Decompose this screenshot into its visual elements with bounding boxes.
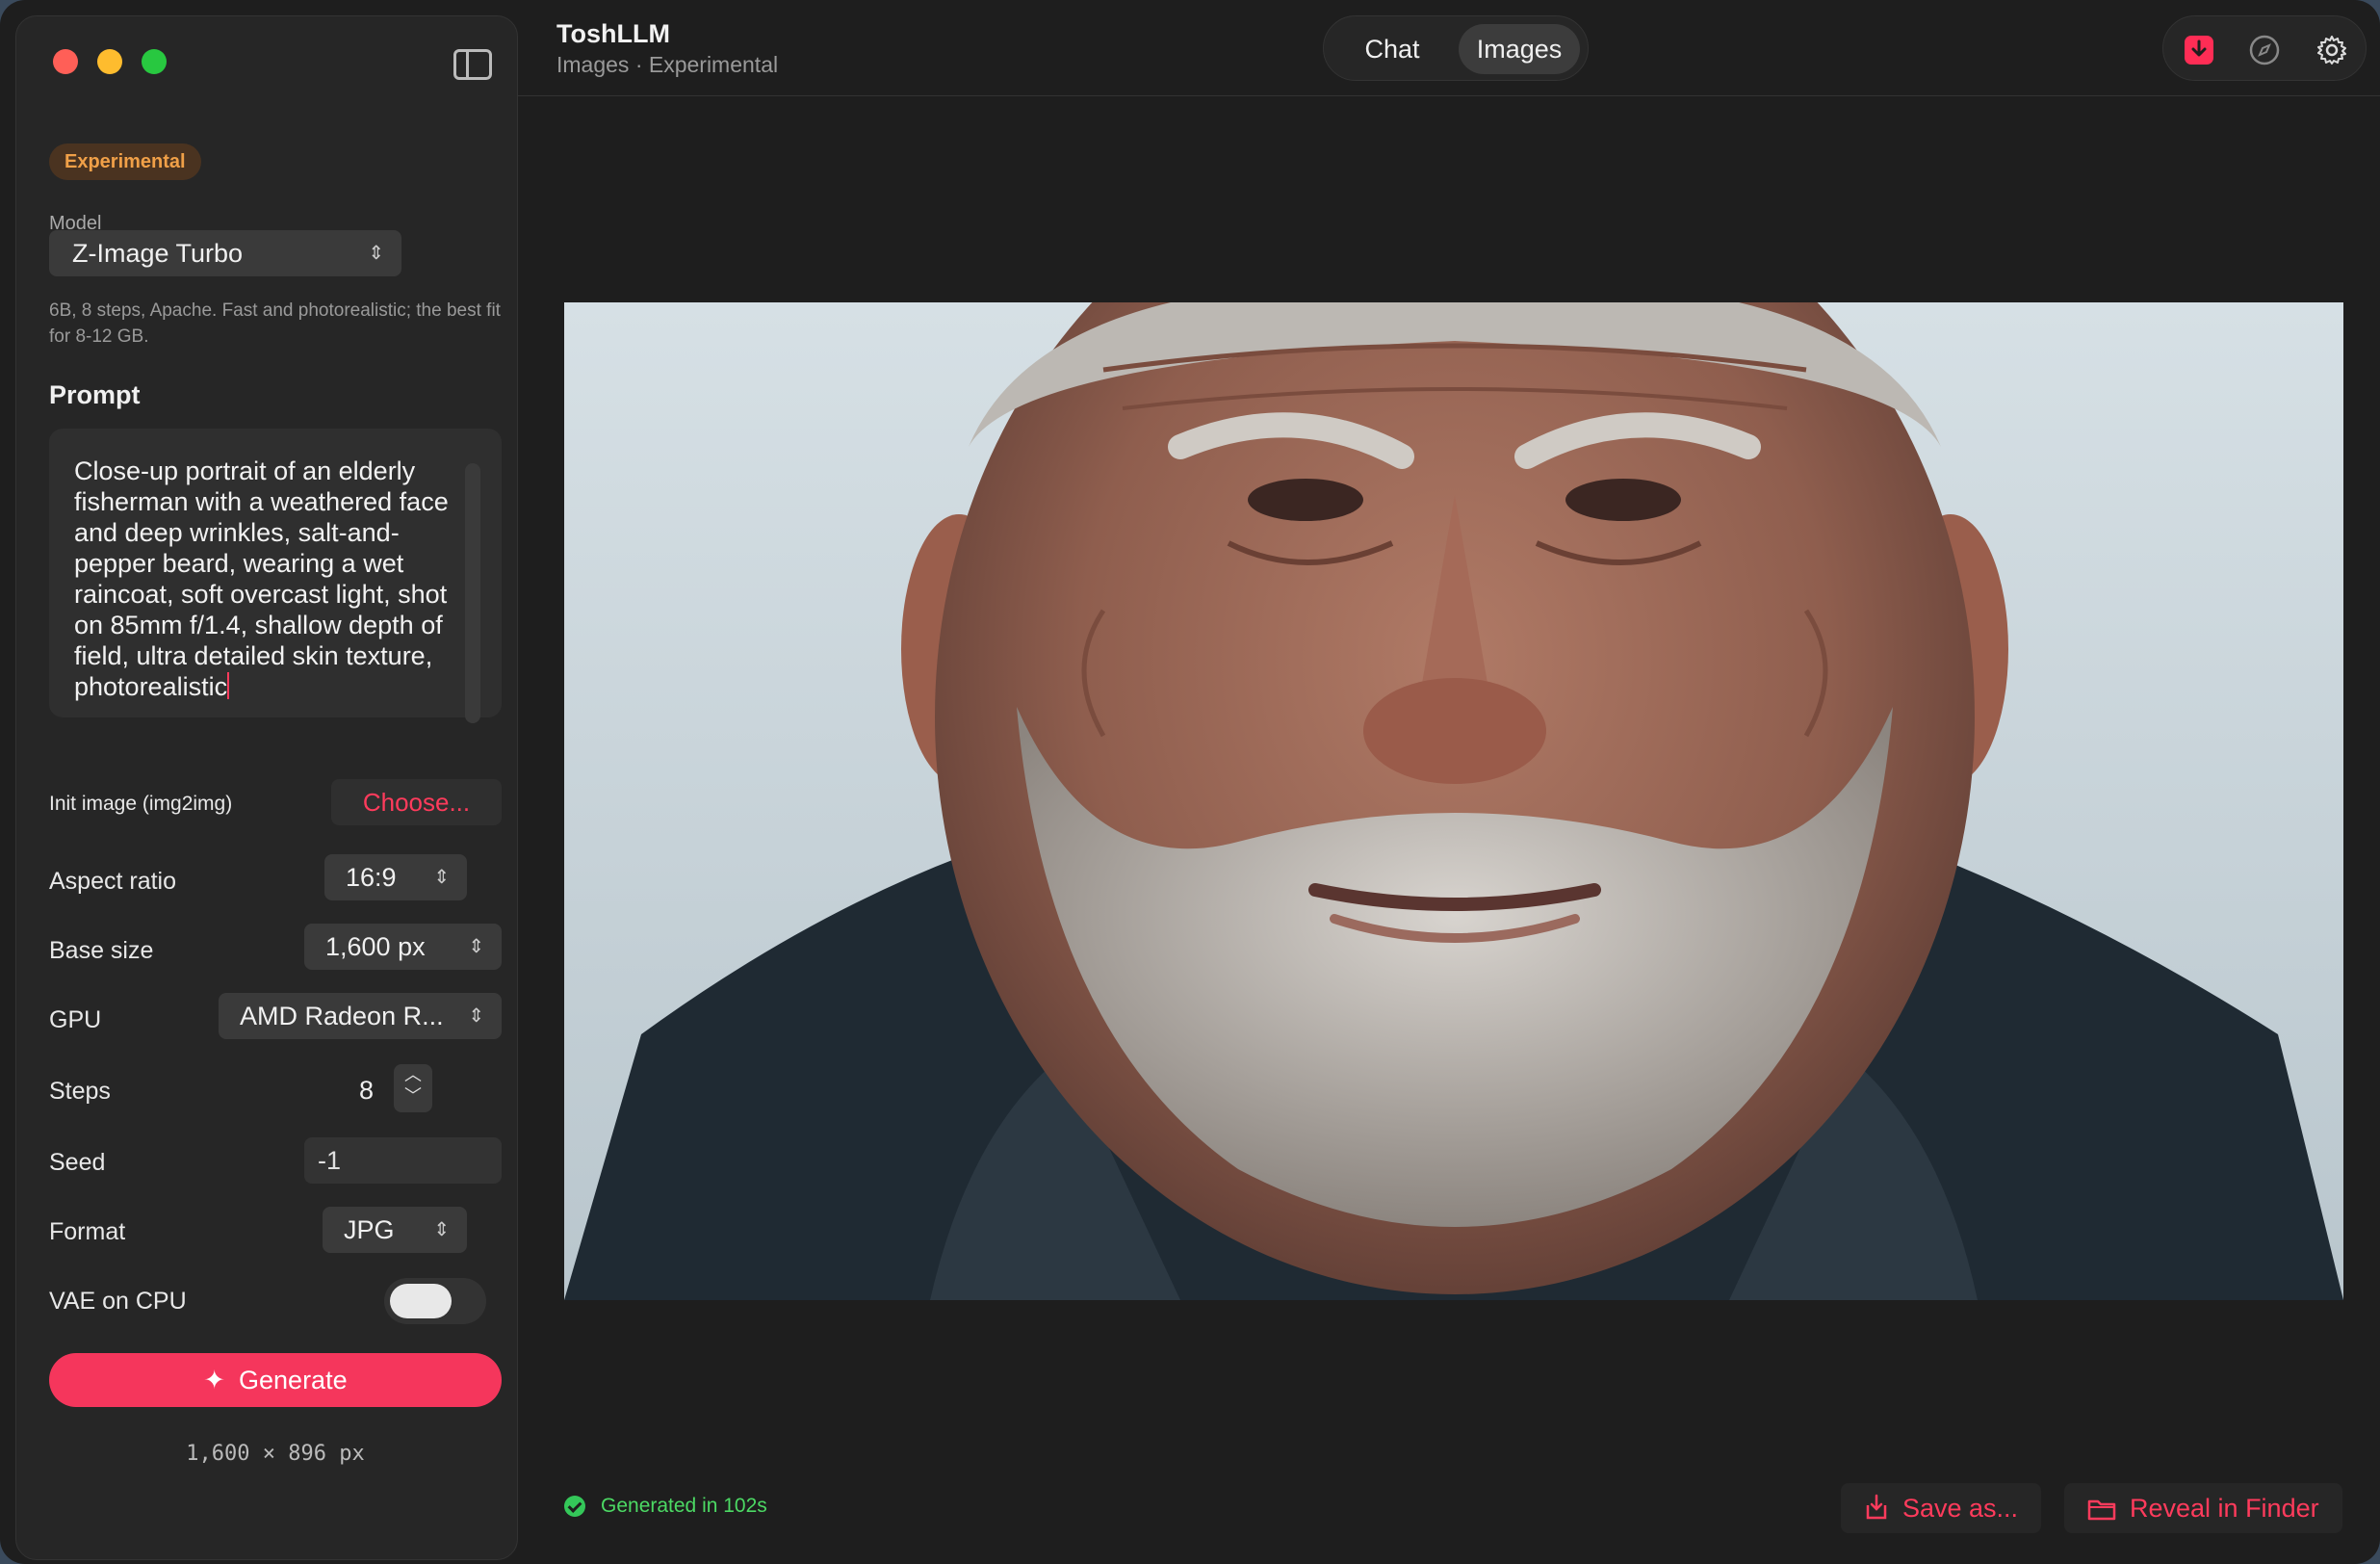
vae-on-cpu-toggle[interactable] (384, 1278, 486, 1324)
prompt-text: Close-up portrait of an elderly fisherma… (74, 456, 449, 701)
chevron-up-icon[interactable]: ︿ (394, 1064, 432, 1085)
steps-label: Steps (49, 1078, 111, 1105)
vae-on-cpu-label: VAE on CPU (49, 1288, 187, 1315)
save-as-label: Save as... (1902, 1494, 2019, 1523)
close-window-button[interactable] (53, 49, 78, 74)
chevron-updown-icon: ⇕ (468, 936, 484, 957)
download-icon[interactable] (2183, 34, 2215, 66)
reveal-in-finder-button[interactable]: Reveal in Finder (2064, 1483, 2342, 1533)
portrait-image (564, 302, 2343, 1300)
aspect-ratio-select[interactable]: 16:9 ⇕ (324, 854, 467, 900)
format-label: Format (49, 1218, 126, 1245)
sidebar-toggle-icon[interactable] (453, 49, 492, 80)
generation-status: Generated in 102s (564, 1495, 767, 1518)
reveal-in-finder-label: Reveal in Finder (2130, 1494, 2319, 1523)
model-description: 6B, 8 steps, Apache. Fast and photoreali… (49, 300, 501, 347)
seed-input[interactable]: -1 (304, 1137, 502, 1184)
format-select[interactable]: JPG ⇕ (323, 1207, 467, 1253)
base-size-label: Base size (49, 937, 154, 964)
format-value: JPG (344, 1215, 395, 1244)
text-caret (227, 672, 230, 699)
compass-icon[interactable] (2248, 34, 2281, 66)
sparkle-icon: ✦ (203, 1366, 226, 1395)
sidebar: Experimental Model Z-Image Turbo ⇕ 6B, 8… (15, 15, 518, 1560)
save-as-button[interactable]: Save as... (1841, 1483, 2042, 1533)
steps-value: 8 (359, 1076, 375, 1105)
chevron-down-icon[interactable]: ﹀ (394, 1085, 432, 1107)
init-image-label: Init image (img2img) (49, 793, 233, 815)
folder-icon (2087, 1499, 2116, 1521)
tab-images[interactable]: Images (1459, 24, 1580, 74)
window-controls (53, 49, 167, 74)
gpu-value: AMD Radeon R... (240, 1002, 444, 1030)
output-dimensions: 1,600 × 896 px (186, 1442, 365, 1466)
generation-status-text: Generated in 102s (601, 1495, 767, 1517)
chevron-updown-icon: ⇕ (368, 243, 384, 264)
prompt-scrollbar[interactable] (465, 463, 480, 723)
toolbar-group (2162, 15, 2367, 81)
app-title: ToshLLM (556, 19, 670, 48)
aspect-ratio-label: Aspect ratio (49, 868, 177, 895)
prompt-heading: Prompt (49, 380, 141, 409)
checkmark-icon (564, 1496, 585, 1517)
generate-button[interactable]: ✦ Generate (49, 1353, 502, 1407)
aspect-ratio-value: 16:9 (346, 863, 397, 892)
mode-segmented-control: Chat Images (1323, 15, 1589, 81)
seed-label: Seed (49, 1149, 106, 1176)
base-size-value: 1,600 px (325, 932, 426, 961)
save-icon (1866, 1494, 1887, 1520)
titlebar: ToshLLM Images · Experimental Chat Image… (518, 0, 2380, 96)
gpu-select[interactable]: AMD Radeon R... ⇕ (219, 993, 502, 1039)
prompt-textarea[interactable]: Close-up portrait of an elderly fisherma… (49, 429, 502, 723)
base-size-select[interactable]: 1,600 px ⇕ (304, 924, 502, 970)
chevron-updown-icon: ⇕ (433, 867, 450, 888)
generated-image (564, 302, 2343, 1300)
app-subtitle: Images · Experimental (556, 52, 779, 77)
steps-stepper[interactable]: ︿ ﹀ (394, 1064, 432, 1112)
model-select[interactable]: Z-Image Turbo ⇕ (49, 230, 401, 276)
chevron-updown-icon: ⇕ (468, 1005, 484, 1027)
tab-chat[interactable]: Chat (1332, 24, 1453, 74)
experimental-badge: Experimental (49, 143, 201, 180)
minimize-window-button[interactable] (97, 49, 122, 74)
gpu-label: GPU (49, 1006, 102, 1033)
chevron-updown-icon: ⇕ (433, 1219, 450, 1240)
generate-label: Generate (239, 1366, 348, 1395)
choose-init-image-button[interactable]: Choose... (331, 779, 502, 825)
zoom-window-button[interactable] (142, 49, 167, 74)
toggle-knob (390, 1284, 452, 1318)
gear-icon[interactable] (2315, 34, 2348, 66)
app-window: Experimental Model Z-Image Turbo ⇕ 6B, 8… (0, 0, 2380, 1564)
model-select-value: Z-Image Turbo (72, 239, 244, 268)
